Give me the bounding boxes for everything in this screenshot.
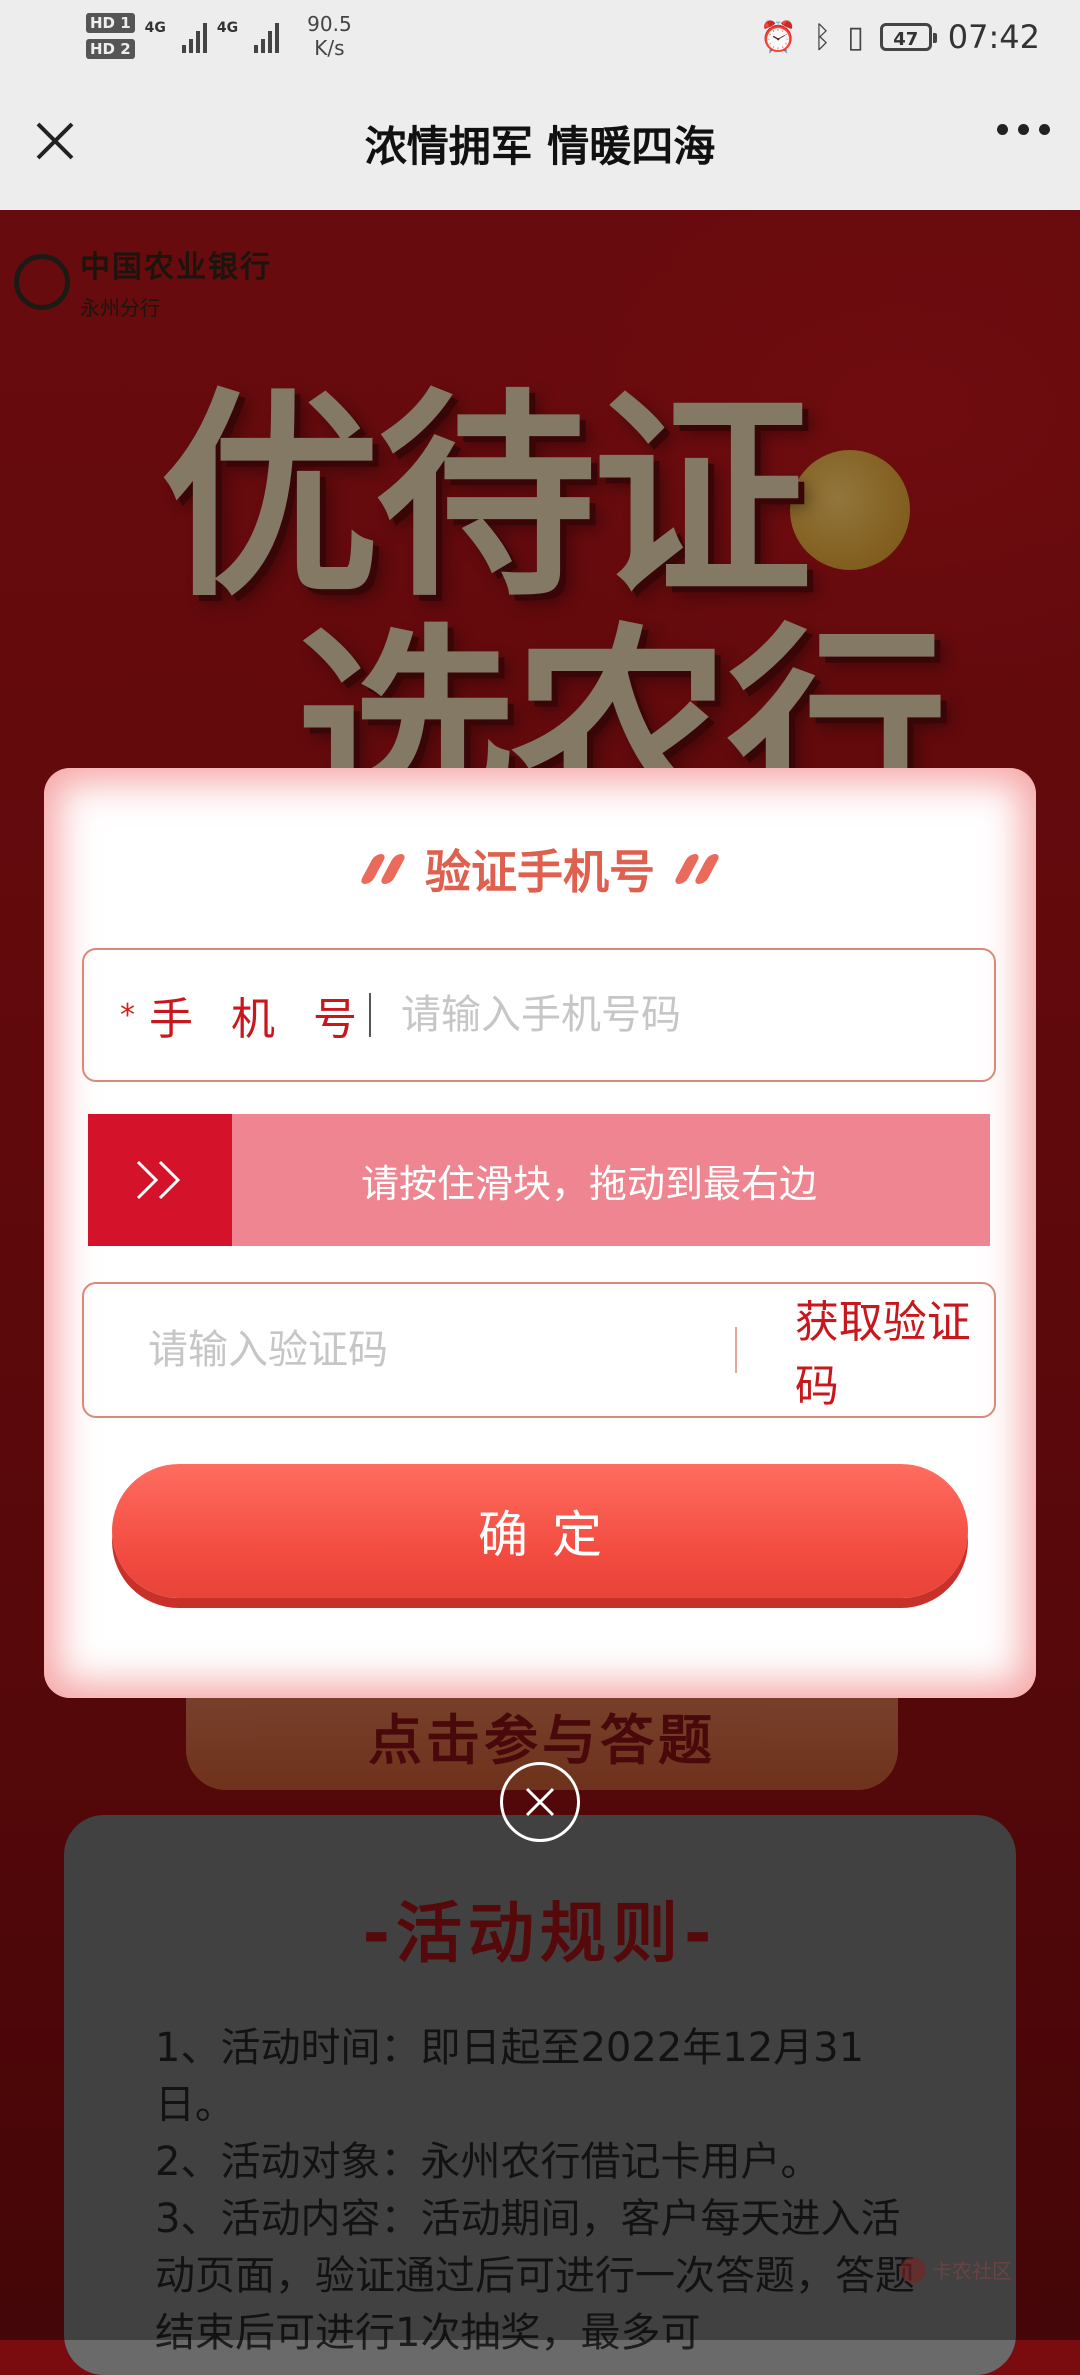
required-mark: * bbox=[120, 997, 135, 1033]
signal-type-1: 4G bbox=[144, 20, 166, 36]
bluetooth-icon: ᛒ bbox=[813, 19, 832, 55]
slide-verify: 请按住滑块，拖动到最右边 bbox=[88, 1114, 990, 1246]
double-chevron-right-icon bbox=[136, 1160, 181, 1200]
clock: 07:42 bbox=[947, 18, 1040, 56]
code-field: 获取验证码 bbox=[82, 1282, 996, 1418]
sim1-hd-badge: HD 1 bbox=[86, 13, 135, 33]
dialog-title: 验证手机号 bbox=[44, 836, 1036, 902]
network-speed: 90.5 K/s bbox=[307, 12, 352, 60]
close-icon bbox=[525, 1787, 555, 1817]
verify-phone-dialog: 验证手机号 * 手机号 请按住滑块，拖动到最右边 获取验证码 确定 bbox=[44, 768, 1036, 1698]
get-code-button[interactable]: 获取验证码 bbox=[795, 1286, 994, 1414]
code-input[interactable] bbox=[146, 1326, 649, 1374]
status-bar: HD 1 HD 2 4G 4G 90.5 K/s ⏰ ᛒ ▯ 47 07:42 bbox=[0, 0, 1080, 76]
title-decoration-icon bbox=[359, 854, 407, 884]
more-options-icon[interactable] bbox=[997, 124, 1050, 135]
vibrate-icon: ▯ bbox=[847, 19, 864, 55]
confirm-button[interactable]: 确定 bbox=[112, 1464, 968, 1598]
phone-field: * 手机号 bbox=[82, 948, 996, 1082]
page-title: 浓情拥军 情暖四海 bbox=[364, 121, 716, 171]
divider bbox=[735, 1327, 737, 1373]
slider-handle[interactable] bbox=[88, 1114, 232, 1246]
text-cursor bbox=[369, 993, 371, 1037]
phone-label: 手机号 bbox=[149, 994, 395, 1045]
close-icon[interactable] bbox=[30, 116, 80, 166]
alarm-icon: ⏰ bbox=[759, 19, 798, 55]
slider-hint: 请按住滑块，拖动到最右边 bbox=[360, 1161, 817, 1206]
app-header: 浓情拥军 情暖四海 bbox=[0, 76, 1080, 210]
sim2-hd-badge: HD 2 bbox=[86, 39, 135, 59]
signal-strength-icon bbox=[181, 19, 207, 53]
close-dialog-button[interactable] bbox=[500, 1762, 580, 1842]
confirm-label: 确定 bbox=[478, 1506, 626, 1564]
signal-type-2: 4G bbox=[216, 20, 239, 36]
phone-input[interactable] bbox=[399, 991, 963, 1039]
title-decoration-icon bbox=[673, 854, 721, 884]
signal-strength-icon bbox=[254, 19, 280, 53]
battery-icon: 47 bbox=[879, 23, 937, 51]
